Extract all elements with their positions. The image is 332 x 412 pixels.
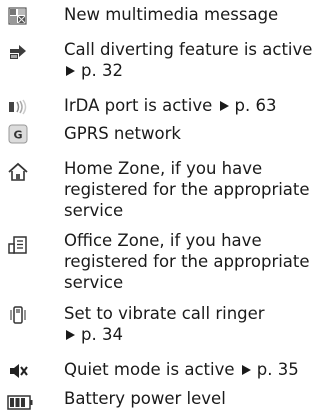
- page-ref-arrow-icon: [219, 101, 229, 111]
- home-zone-icon: [7, 161, 29, 183]
- item-label-line-2: registered for the appropriate: [64, 252, 310, 271]
- page-reference: p. 32: [81, 61, 123, 80]
- gprs-icon: G: [7, 123, 29, 145]
- item-label: Call diverting feature is active: [64, 40, 313, 59]
- item-label: GPRS network: [64, 124, 181, 143]
- item-label-line-1: Home Zone, if you have: [64, 159, 263, 178]
- irda-icon: [7, 96, 29, 118]
- page-ref-arrow-icon: [241, 365, 251, 375]
- item-label-line-1: Office Zone, if you have: [64, 231, 262, 250]
- vibrate-icon: [7, 304, 29, 326]
- page-reference: p. 34: [81, 325, 123, 344]
- office-zone-icon: [7, 234, 29, 256]
- item-label: IrDA port is active: [64, 96, 213, 115]
- page-reference: p. 35: [256, 360, 299, 379]
- quiet-mode-icon: [7, 360, 29, 382]
- item-label: Set to vibrate call ringer: [64, 304, 265, 323]
- item-label: New multimedia message: [64, 5, 279, 24]
- item-label-line-2: registered for the appropriate: [64, 180, 310, 199]
- multimedia-message-icon: [7, 5, 29, 27]
- item-label-line-3: service: [64, 201, 124, 220]
- call-divert-icon: [7, 40, 29, 62]
- page-reference: p. 63: [234, 96, 277, 115]
- page-ref-arrow-icon: [66, 330, 75, 340]
- battery-icon: [7, 390, 33, 412]
- item-label-line-3: service: [64, 273, 124, 292]
- page-ref-arrow-icon: [66, 66, 75, 76]
- gprs-glyph: G: [13, 129, 22, 142]
- item-label: Quiet mode is active: [64, 360, 235, 379]
- item-label: Battery power level: [64, 389, 226, 408]
